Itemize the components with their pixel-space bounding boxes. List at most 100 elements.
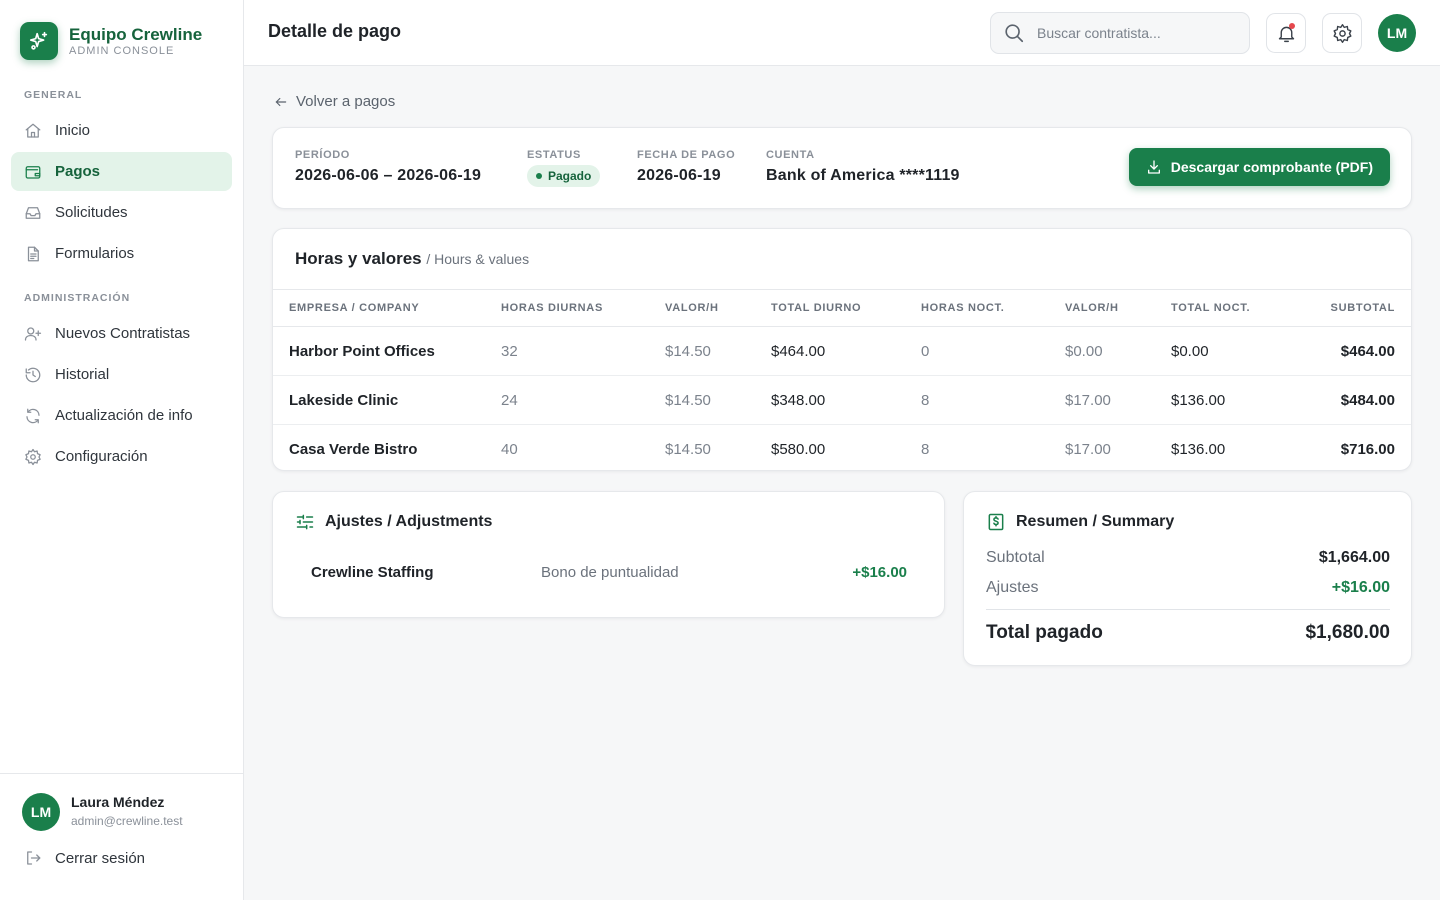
refresh-icon (26, 408, 40, 423)
sidebar-item-label: Solicitudes (55, 204, 128, 221)
adjustment-company: Crewline Staffing (311, 564, 434, 581)
column-header: TOTAL DIURNO (771, 289, 921, 327)
brand-subtitle: ADMIN CONSOLE (69, 44, 175, 57)
period-value: 2026-06-06 – 2026-06-19 (295, 167, 482, 184)
sidebar-item-label: Historial (55, 366, 110, 383)
period-field: PERÍODO 2026-06-06 – 2026-06-19 (295, 148, 481, 186)
column-header: VALOR/H (665, 289, 771, 327)
sidebar-item-solicitudes[interactable]: Solicitudes (11, 193, 232, 232)
table-cell: $14.50 (665, 440, 711, 458)
sidebar-item-label: Pagos (55, 163, 101, 180)
sidebar-item-configuracion[interactable]: Configuración (11, 437, 232, 476)
column-header: SUBTOTAL (1311, 289, 1411, 327)
arrow-left-icon (275, 97, 287, 106)
wallet-icon (25, 165, 41, 179)
inbox-icon (25, 206, 41, 219)
status-badge: Pagado (527, 165, 601, 187)
column-header: HORAS NOCT. (921, 289, 1065, 327)
adjustment-description: Bono de puntualidad (541, 564, 679, 581)
table-cell: 8 (921, 440, 930, 458)
table-row: Harbor Point Offices 32 $14.50 $464.00 0… (273, 326, 1411, 376)
user-plus-icon (24, 326, 42, 341)
table-cell: $14.50 (665, 326, 771, 376)
adjustments-card: Ajustes / Adjustments Crewline Staffing … (272, 491, 945, 618)
subtotal-row: Subtotal $1,664.00 (986, 549, 1390, 567)
user-name: Laura Méndez (71, 794, 165, 810)
top-header: Detalle de pago LM (244, 0, 1440, 66)
subtotal-label: Subtotal (986, 549, 1045, 566)
sidebar-item-label: Formularios (55, 245, 135, 262)
user-card: LM Laura Méndez admin@crewline.test (0, 774, 243, 831)
account-value: Bank of America ****1119 (766, 167, 960, 184)
download-icon (1147, 160, 1160, 174)
document-icon (27, 246, 39, 261)
table-cell: $348.00 (771, 375, 921, 425)
table-cell: 32 (501, 326, 665, 376)
status-dot (536, 173, 542, 179)
main-content: Volver a pagos PERÍODO 2026-06-06 – 2026… (244, 66, 1440, 900)
sidebar-item-formularios[interactable]: Formularios (11, 234, 232, 273)
sidebar-item-pagos[interactable]: Pagos (11, 152, 232, 191)
sidebar-item-historial[interactable]: Historial (11, 355, 232, 394)
adjustments-total-value: +$16.00 (1331, 579, 1390, 596)
sidebar-item-inicio[interactable]: Inicio (11, 111, 232, 150)
sidebar-item-actualizacion-info[interactable]: Actualización de info (11, 396, 232, 435)
history-icon (25, 367, 41, 382)
table-cell: $464.00 (1311, 326, 1411, 376)
table-cell: $0.00 (1065, 326, 1171, 376)
subtotal-value: $1,664.00 (1318, 549, 1390, 566)
summary-card-title: Resumen / Summary (986, 512, 1174, 532)
page-title: Detalle de pago (268, 21, 402, 41)
table-cell: $484.00 (1311, 375, 1411, 425)
header-avatar[interactable]: LM (1378, 14, 1416, 52)
account-field: CUENTA Bank of America ****1119 (766, 148, 960, 186)
logout-label: Cerrar sesión (55, 849, 146, 867)
adjustment-row: Crewline Staffing Bono de puntualidad +$… (311, 564, 907, 586)
table-cell: 0 (921, 326, 1065, 376)
home-icon (25, 123, 41, 138)
status-field: ESTATUS Pagado (527, 148, 601, 187)
table-cell: Casa Verde Bistro (289, 440, 418, 458)
total-paid-row: Total pagado $1,680.00 (986, 622, 1390, 644)
search-icon (1005, 24, 1024, 43)
nav-section-general: GENERAL (24, 89, 83, 101)
status-badge-text: Pagado (548, 169, 592, 183)
table-cell: Lakeside Clinic (273, 375, 501, 425)
download-receipt-button[interactable]: Descargar comprobante (PDF) (1128, 148, 1390, 186)
sidebar-item-nuevos-contratistas[interactable]: Nuevos Contratistas (11, 314, 232, 353)
gear-icon (1332, 23, 1352, 43)
brand-name: Equipo Crewline (69, 24, 203, 44)
table-cell: $136.00 (1171, 375, 1311, 425)
table-row: Lakeside Clinic 24 $14.50 $348.00 8 $17.… (273, 375, 1411, 425)
nav-section-administracion: ADMINISTRACIÓN (24, 292, 131, 304)
payment-date-value: 2026-06-19 (637, 167, 721, 184)
logout-button[interactable]: Cerrar sesión (0, 849, 243, 867)
payment-date-field: FECHA DE PAGO 2026-06-19 (637, 148, 735, 186)
table-cell: $716.00 (1340, 440, 1395, 458)
search-box[interactable] (990, 12, 1250, 54)
total-paid-value: $1,680.00 (1305, 622, 1390, 643)
search-input[interactable] (1037, 25, 1227, 41)
table-cell: $14.50 (665, 375, 771, 425)
adjustments-title: Ajustes / Adjustments (325, 513, 493, 530)
hours-values-card: Horas y valores / Hours & values EMPRESA… (272, 228, 1412, 471)
sidebar-item-label: Configuración (55, 448, 148, 465)
summary-title: Resumen / Summary (1016, 513, 1175, 530)
adjustments-total-row: Ajustes +$16.00 (986, 579, 1390, 597)
table-cell: 8 (921, 375, 1065, 425)
back-link[interactable]: Volver a pagos (274, 93, 395, 110)
payment-date-label: FECHA DE PAGO (637, 149, 736, 161)
column-header: EMPRESA / COMPANY (273, 289, 501, 327)
hours-card-title: Horas y valores / Hours & values (295, 249, 529, 269)
column-header: VALOR/H (1065, 289, 1171, 327)
settings-button[interactable] (1322, 13, 1362, 53)
back-link-label: Volver a pagos (296, 93, 396, 110)
gear-icon (25, 448, 41, 465)
sidebar-item-label: Actualización de info (55, 407, 193, 424)
notification-dot (1289, 23, 1295, 29)
total-paid-label: Total pagado (986, 622, 1103, 643)
user-email: admin@crewline.test (71, 814, 183, 828)
summary-totals-card: Resumen / Summary Subtotal $1,664.00 Aju… (963, 491, 1412, 666)
column-header: TOTAL NOCT. (1171, 289, 1311, 327)
notifications-button[interactable] (1266, 13, 1306, 53)
